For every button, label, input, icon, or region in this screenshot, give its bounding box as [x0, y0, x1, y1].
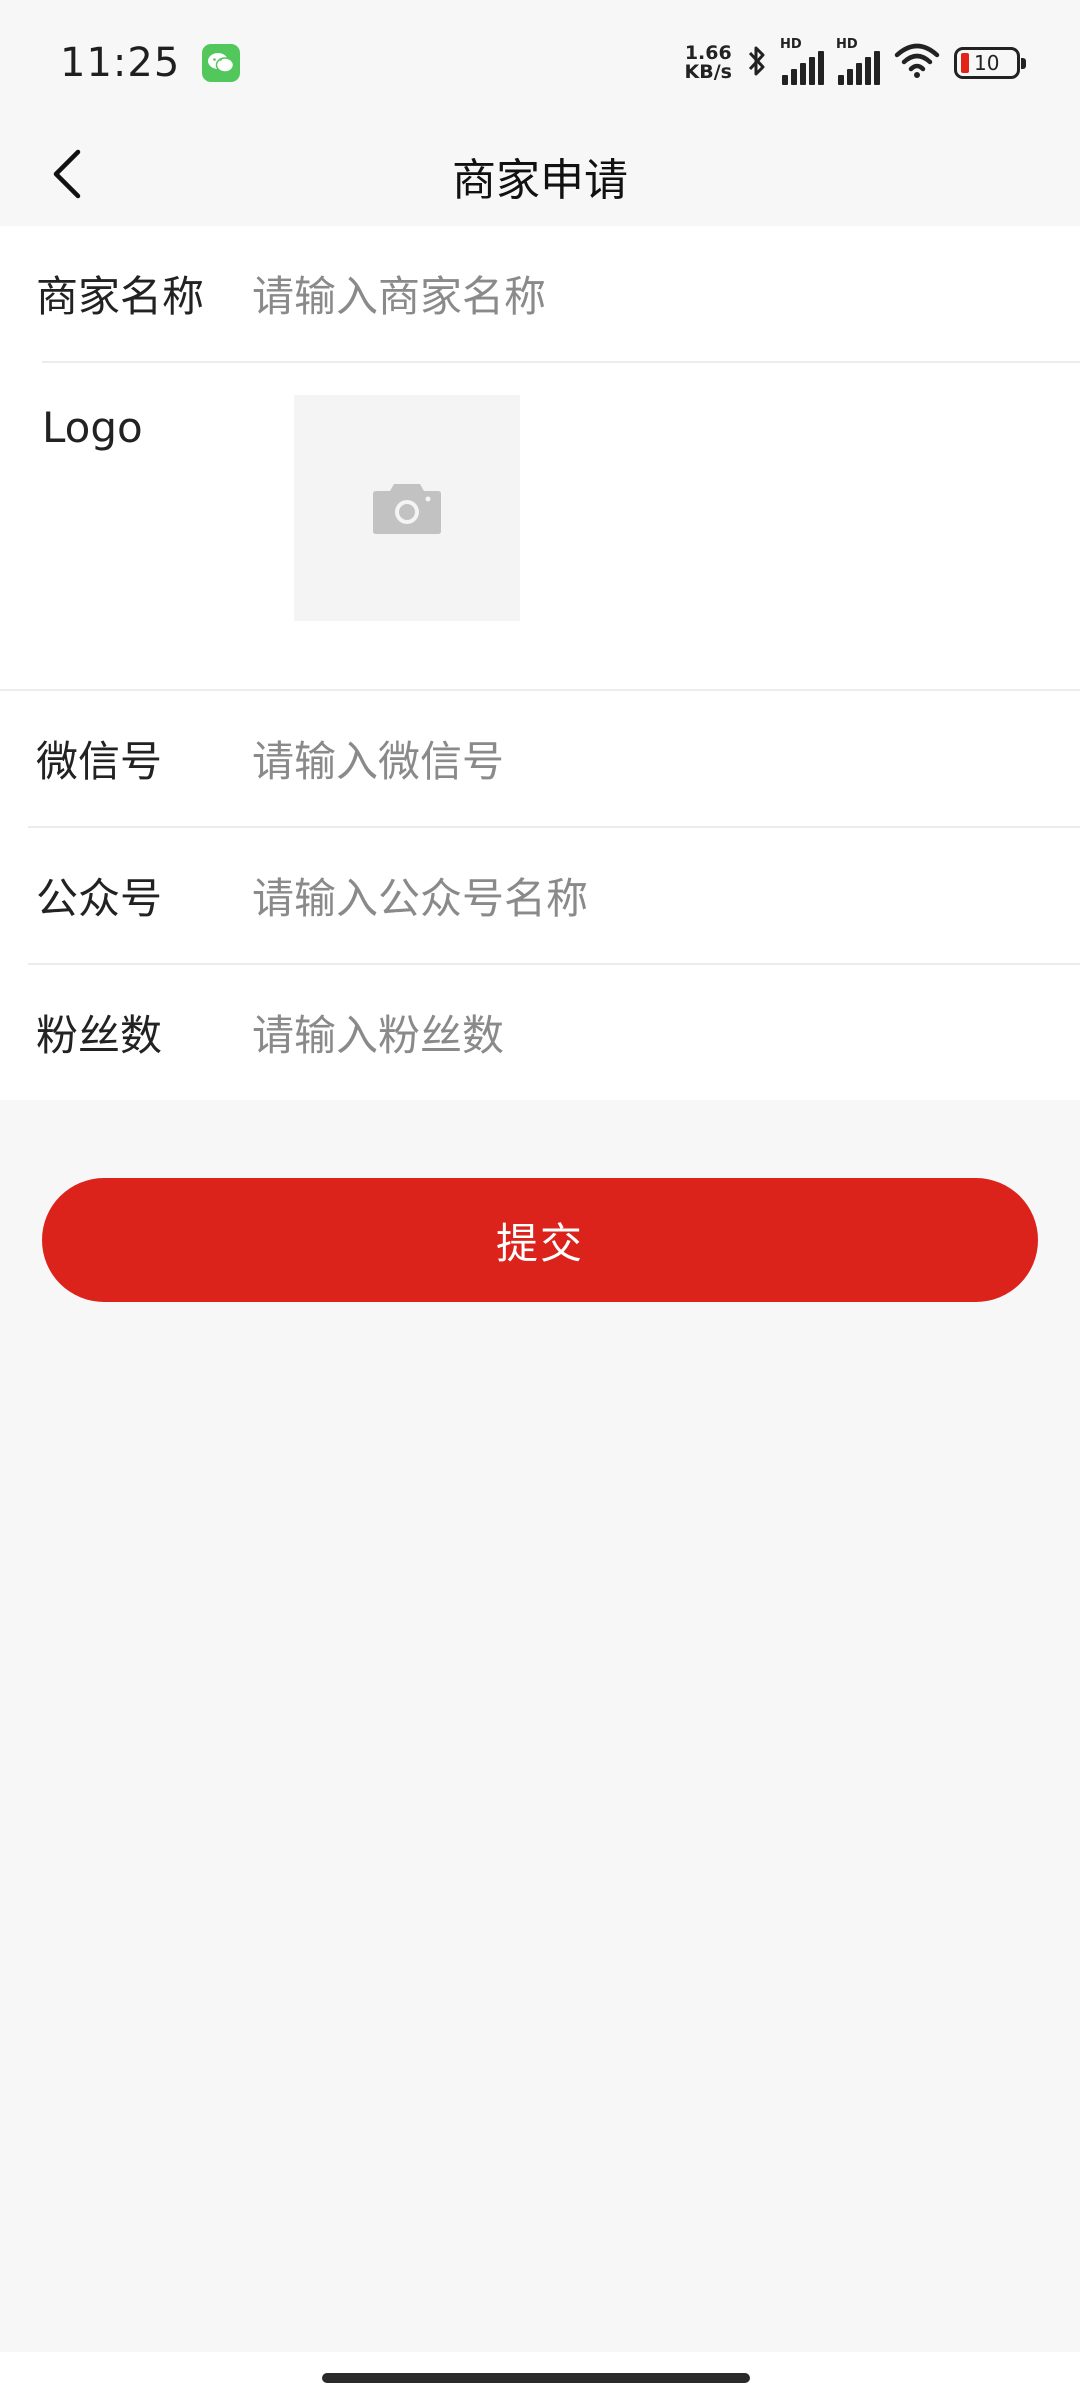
- wifi-icon: [894, 43, 940, 83]
- signal-icon: HD: [780, 37, 824, 85]
- submit-button[interactable]: 提交: [42, 1178, 1038, 1302]
- official-account-row: 公众号 请输入公众号名称: [0, 828, 1080, 963]
- wechat-icon: [202, 44, 241, 82]
- screen: 11:25 1.66 KB/s HD HD 10 商家申请 商家名称 请输入商家…: [0, 0, 1080, 2400]
- wechat-id-label: 微信号: [36, 737, 163, 786]
- chevron-left-icon: [50, 148, 86, 204]
- merchant-form: 商家名称 请输入商家名称 Logo 微信号 请输入微信号 公众号 请输入公众号名…: [0, 226, 1080, 1100]
- status-icons: 1.66 KB/s HD HD 10: [685, 37, 1026, 85]
- battery-level: 10: [974, 51, 1000, 75]
- net-speed-unit: KB/s: [684, 61, 732, 83]
- official-account-label: 公众号: [36, 874, 163, 923]
- followers-row: 粉丝数 请输入粉丝数: [0, 965, 1080, 1100]
- followers-label: 粉丝数: [36, 1011, 163, 1060]
- logo-row: Logo: [0, 363, 1080, 689]
- status-time: 11:25: [60, 40, 181, 86]
- followers-input[interactable]: 请输入粉丝数: [252, 1002, 1080, 1063]
- net-speed: 1.66 KB/s: [685, 44, 732, 82]
- wechat-id-row: 微信号 请输入微信号: [0, 691, 1080, 826]
- signal-icon-2: HD: [836, 37, 880, 85]
- signal-hd-label: HD: [780, 37, 802, 52]
- merchant-name-input[interactable]: 请输入商家名称: [252, 263, 1080, 324]
- wechat-id-input[interactable]: 请输入微信号: [252, 728, 1080, 789]
- merchant-name-row: 商家名称 请输入商家名称: [0, 226, 1080, 361]
- nav-bar: 商家申请: [0, 126, 1080, 226]
- merchant-name-label: 商家名称: [36, 272, 205, 321]
- battery-icon: 10: [954, 47, 1026, 79]
- home-indicator[interactable]: [322, 2373, 750, 2383]
- back-button[interactable]: [30, 138, 106, 214]
- bluetooth-icon: [746, 43, 768, 83]
- official-account-input[interactable]: 请输入公众号名称: [252, 865, 1080, 926]
- logo-label: Logo: [42, 403, 143, 452]
- logo-upload-button[interactable]: [294, 395, 520, 621]
- status-bar: 11:25 1.66 KB/s HD HD 10: [0, 0, 1080, 126]
- camera-icon: [372, 478, 442, 538]
- signal-hd-label-2: HD: [836, 37, 858, 52]
- page-title: 商家申请: [452, 155, 628, 206]
